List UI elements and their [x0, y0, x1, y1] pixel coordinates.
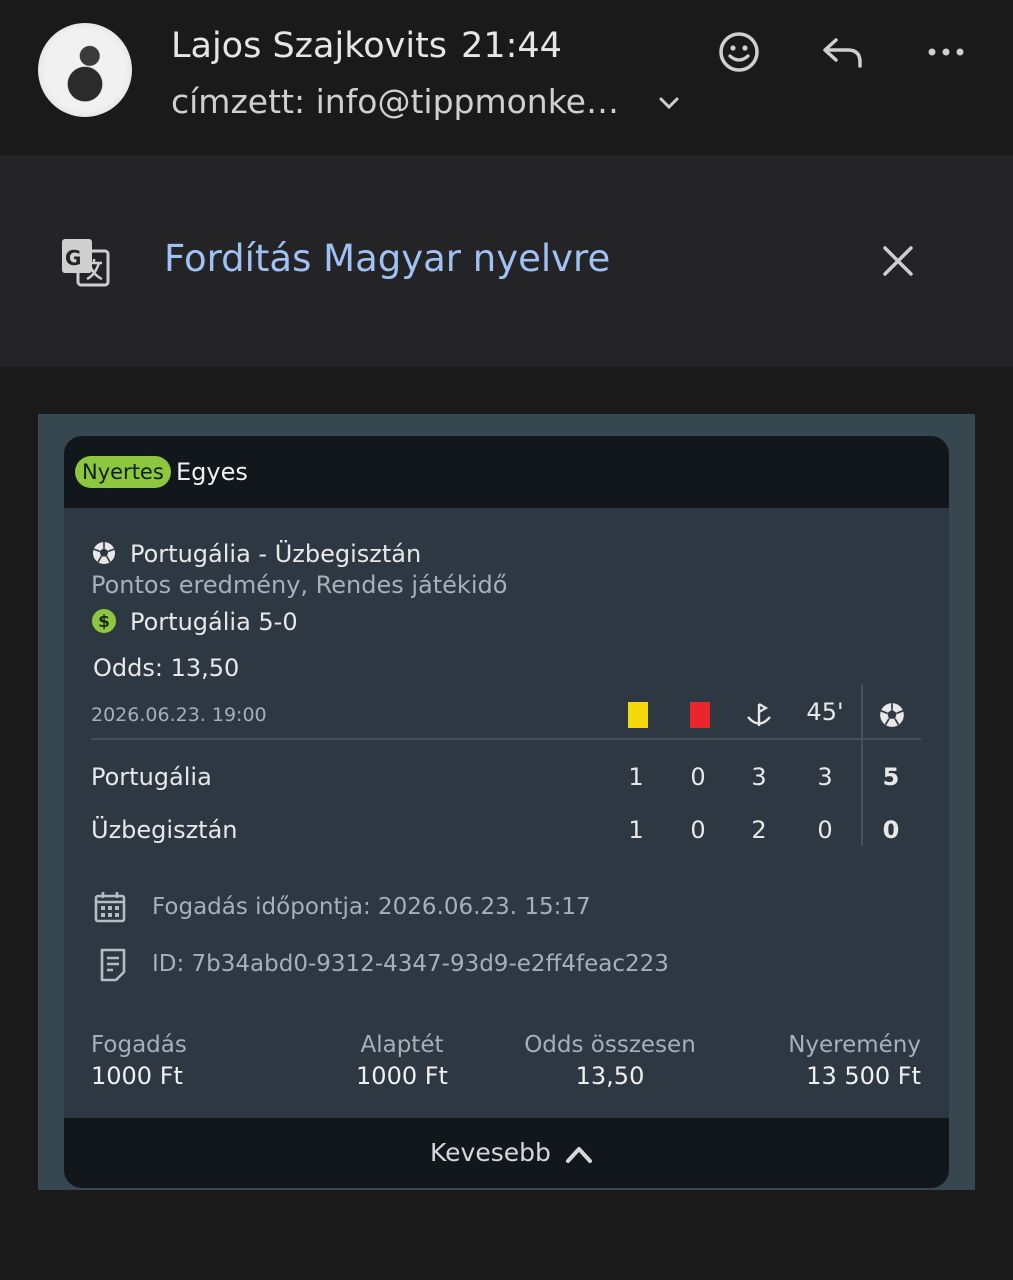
- match-name: Portugália - Üzbegisztán: [130, 540, 422, 568]
- bet-type-label: Egyes: [176, 458, 248, 486]
- bet-slip-card: Nyertes Egyes Portugália - Üzbegisztán P…: [64, 436, 949, 1188]
- winnings-label: Nyeremény: [788, 1032, 921, 1058]
- home-goals: 5: [882, 763, 900, 791]
- reply-icon[interactable]: [818, 28, 866, 76]
- red-card-icon: [690, 702, 710, 728]
- away-corners: 2: [751, 816, 767, 844]
- recipient-line[interactable]: címzett: info@tippmonke…: [171, 82, 619, 121]
- goals-ball-icon: [880, 703, 904, 727]
- home-halftime: 3: [817, 763, 833, 791]
- chevron-down-icon[interactable]: [656, 90, 682, 116]
- yellow-card-icon: [628, 702, 648, 728]
- total-odds-label: Odds összesen: [524, 1032, 696, 1058]
- away-yellow: 1: [628, 816, 644, 844]
- team-away: Üzbegisztán: [91, 816, 238, 844]
- market-name: Pontos eredmény, Rendes játékidő: [91, 571, 508, 599]
- dollar-icon: $: [92, 609, 116, 633]
- translate-link[interactable]: Fordítás Magyar nyelvre: [164, 237, 610, 280]
- email-header: Lajos Szajkovits 21:44 címzett: info@tipp…: [0, 0, 1013, 155]
- match-datetime: 2026.06.23. 19:00: [91, 704, 267, 726]
- stake-label: Fogadás: [91, 1032, 187, 1058]
- more-icon[interactable]: [922, 28, 970, 76]
- stake-value: 1000 Ft: [91, 1062, 183, 1090]
- stats-vertical-divider: [861, 684, 863, 846]
- chevron-up-icon: [565, 1147, 592, 1163]
- total-odds-value: 13,50: [575, 1062, 645, 1090]
- translate-bar: G Fordítás Magyar nyelvre: [0, 155, 1013, 367]
- halftime-header: 45': [806, 698, 844, 726]
- bet-placed-time: Fogadás időpontja: 2026.06.23. 15:17: [152, 894, 591, 920]
- sender-line: Lajos Szajkovits 21:44: [171, 26, 562, 66]
- bet-id: ID: 7b34abd0-9312-4347-93d9-e2ff4feac223: [152, 951, 669, 977]
- pick-label: Portugália 5-0: [130, 608, 298, 636]
- team-home: Portugália: [91, 763, 212, 791]
- base-stake-value: 1000 Ft: [356, 1062, 448, 1090]
- soccer-ball-icon: [93, 542, 115, 564]
- sender-avatar[interactable]: [38, 23, 132, 117]
- close-icon[interactable]: [880, 243, 916, 279]
- away-halftime: 0: [817, 816, 833, 844]
- bet-slip-header: Nyertes Egyes: [64, 436, 949, 508]
- bet-slip-footer: Kevesebb: [64, 1118, 949, 1188]
- show-less-button[interactable]: Kevesebb: [430, 1118, 593, 1188]
- home-red: 0: [690, 763, 706, 791]
- home-yellow: 1: [628, 763, 644, 791]
- google-translate-icon: G: [62, 239, 110, 287]
- base-stake-label: Alaptét: [360, 1032, 444, 1058]
- email-time: 21:44: [461, 26, 562, 66]
- calendar-icon: [94, 892, 126, 923]
- receipt-icon: [100, 948, 126, 982]
- sender-name[interactable]: Lajos Szajkovits: [171, 26, 447, 66]
- winnings-value: 13 500 Ft: [806, 1062, 921, 1090]
- odds-label: Odds: 13,50: [93, 654, 240, 682]
- svg-text:G: G: [65, 246, 81, 270]
- away-goals: 0: [882, 816, 900, 844]
- svg-text:$: $: [98, 612, 110, 632]
- home-corners: 3: [751, 763, 767, 791]
- show-less-label: Kevesebb: [430, 1138, 551, 1167]
- status-badge: Nyertes: [75, 456, 171, 488]
- corner-flag-icon: [747, 703, 771, 726]
- away-red: 0: [690, 816, 706, 844]
- stats-divider: [91, 738, 921, 740]
- smiley-icon[interactable]: [715, 28, 763, 76]
